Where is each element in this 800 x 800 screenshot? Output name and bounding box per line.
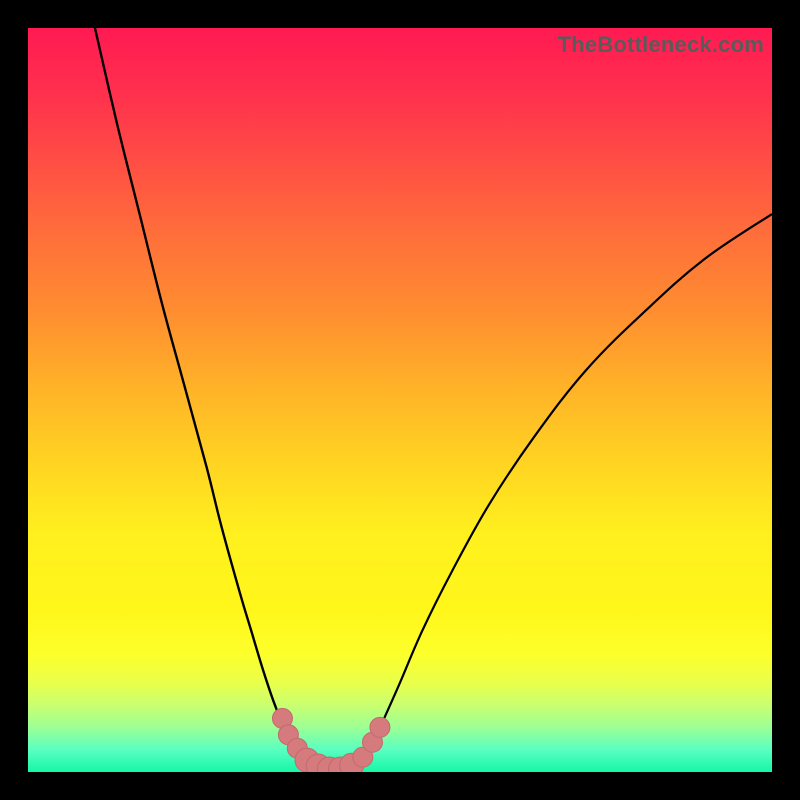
plot-area: TheBottleneck.com (28, 28, 772, 772)
chart-stage: TheBottleneck.com (0, 0, 800, 800)
basin-markers (272, 708, 389, 772)
left-curve (95, 28, 333, 771)
right-curve (348, 214, 772, 771)
chart-svg (28, 28, 772, 772)
basin-marker (370, 717, 390, 737)
